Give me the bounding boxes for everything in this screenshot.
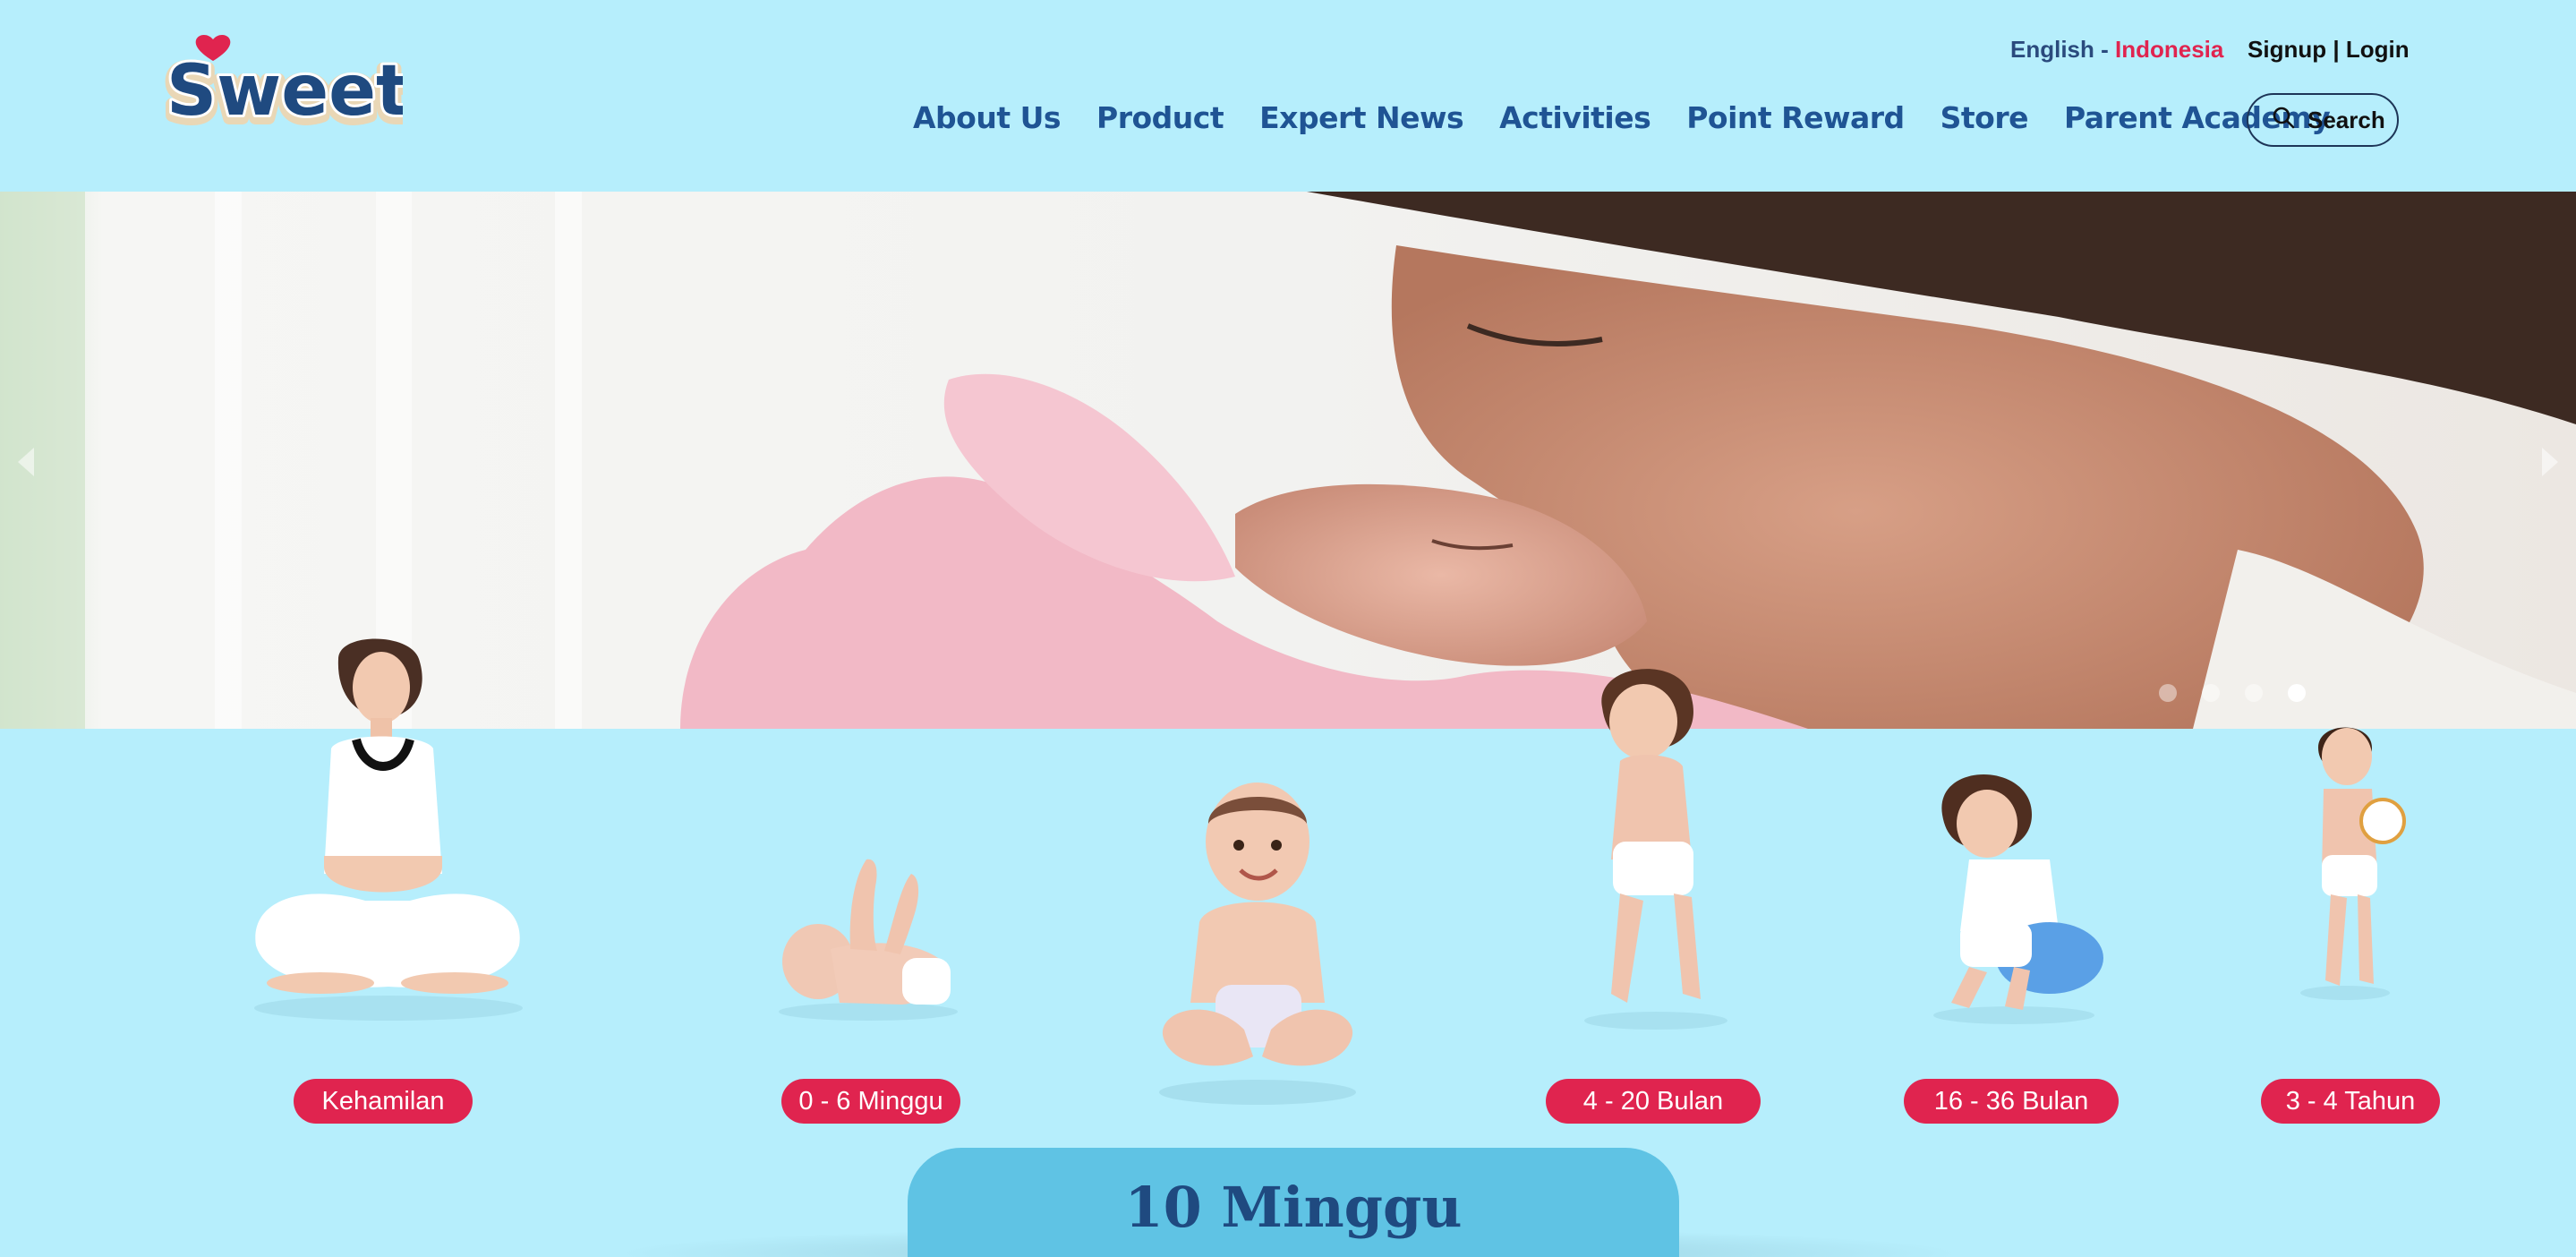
language-switcher: English - Indonesia — [2010, 36, 2223, 64]
lang-separator: - — [2094, 36, 2116, 63]
site-header: Sweety Sweety English - Indonesia Signup… — [0, 0, 2576, 192]
nav-expert-news[interactable]: Expert News — [1259, 100, 1464, 135]
stage-label-kehamilan[interactable]: Kehamilan — [294, 1079, 473, 1124]
auth-separator: | — [2326, 36, 2346, 63]
stage-image-pregnancy[interactable] — [231, 632, 546, 1030]
main-nav: About Us Product Expert News Activities … — [913, 100, 2331, 135]
nav-point-reward[interactable]: Point Reward — [1686, 100, 1905, 135]
stage-image-3-4-tahun[interactable] — [2282, 721, 2417, 1012]
stage-label-16-36-bulan[interactable]: 16 - 36 Bulan — [1904, 1079, 2119, 1124]
svg-text:Sweety: Sweety — [166, 51, 403, 132]
sweety-logo[interactable]: Sweety Sweety — [159, 32, 461, 141]
login-link[interactable]: Login — [2346, 36, 2410, 63]
stage-image-newborn[interactable] — [768, 851, 974, 1034]
stage-label-4-20-bulan[interactable]: 4 - 20 Bulan — [1546, 1079, 1761, 1124]
nav-about-us[interactable]: About Us — [913, 100, 1062, 135]
signup-link[interactable]: Signup — [2248, 36, 2326, 63]
lang-indonesia[interactable]: Indonesia — [2115, 36, 2223, 63]
selected-stage-card: 10 Minggu — [908, 1148, 1679, 1257]
carousel-dot-1[interactable] — [2159, 684, 2177, 702]
selected-stage-title: 10 Minggu — [1124, 1175, 1463, 1240]
search-button[interactable]: Search — [2247, 93, 2399, 147]
carousel-next-arrow[interactable] — [2542, 448, 2558, 476]
nav-store[interactable]: Store — [1941, 100, 2029, 135]
lang-english[interactable]: English — [2010, 36, 2094, 63]
stage-image-16-36-bulan[interactable] — [1915, 761, 2112, 1034]
carousel-prev-arrow[interactable] — [18, 448, 34, 476]
stage-image-4-20-bulan[interactable] — [1557, 663, 1754, 1043]
auth-links: Signup | Login — [2248, 36, 2410, 64]
carousel-dot-3[interactable] — [2245, 684, 2263, 702]
stage-label-3-4-tahun[interactable]: 3 - 4 Tahun — [2261, 1079, 2440, 1124]
stage-label-0-6-minggu[interactable]: 0 - 6 Minggu — [781, 1079, 960, 1124]
carousel-indicators — [2159, 684, 2306, 702]
search-label: Search — [2307, 106, 2385, 133]
search-icon — [2272, 106, 2295, 135]
carousel-dot-2[interactable] — [2202, 684, 2220, 702]
nav-activities[interactable]: Activities — [1499, 100, 1651, 135]
stage-image-10-minggu[interactable] — [1146, 770, 1369, 1115]
nav-product[interactable]: Product — [1096, 100, 1224, 135]
carousel-dot-4[interactable] — [2288, 684, 2306, 702]
